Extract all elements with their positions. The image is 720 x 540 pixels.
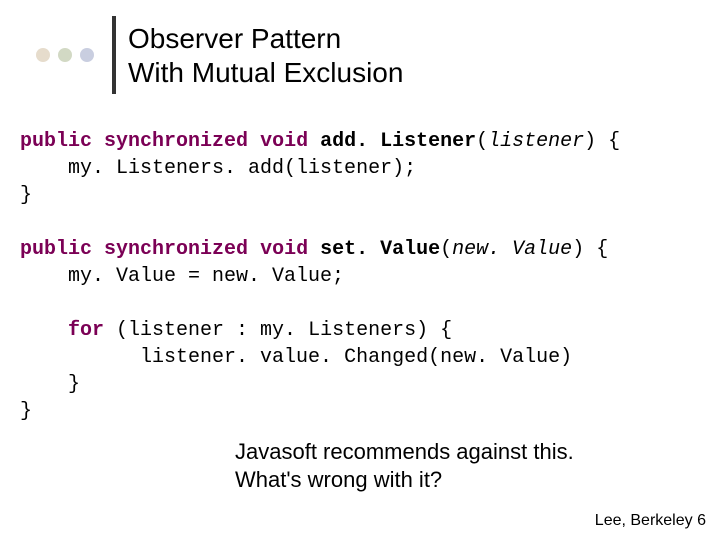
code-line: (listener : my. Listeners) { — [104, 319, 452, 342]
param-newvalue: new. Value — [452, 238, 572, 261]
keyword-synchronized: synchronized — [104, 238, 248, 261]
footer-author: Lee, Berkeley — [595, 512, 693, 529]
code-line: } — [20, 184, 32, 207]
keyword-for: for — [68, 319, 104, 342]
circle-icon — [36, 48, 50, 62]
vertical-divider — [112, 16, 116, 94]
code-line: listener. value. Changed(new. Value) — [140, 346, 572, 369]
keyword-public: public — [20, 238, 92, 261]
footer-page-number: 6 — [697, 512, 706, 529]
keyword-public: public — [20, 130, 92, 153]
slide: Observer Pattern With Mutual Exclusion p… — [0, 0, 720, 540]
keyword-void: void — [260, 238, 308, 261]
commentary-text: Javasoft recommends against this. What's… — [235, 438, 574, 493]
note-line-1: Javasoft recommends against this. — [235, 439, 574, 464]
param-listener: listener — [488, 130, 584, 153]
method-name-add: add. Listener — [320, 130, 476, 153]
code-block: public synchronized void add. Listener (l… — [20, 128, 700, 425]
note-line-2: What's wrong with it? — [235, 467, 442, 492]
slide-title: Observer Pattern With Mutual Exclusion — [128, 22, 403, 89]
keyword-synchronized: synchronized — [104, 130, 248, 153]
slide-header: Observer Pattern With Mutual Exclusion — [36, 16, 700, 106]
slide-footer: Lee, Berkeley 6 — [595, 512, 706, 530]
method-name-set: set. Value — [320, 238, 440, 261]
circle-icon — [80, 48, 94, 62]
code-line: my. Listeners. add(listener); — [68, 157, 416, 180]
code-line: my. Value = new. Value; — [68, 265, 344, 288]
decorative-bullets — [36, 48, 94, 62]
title-line-2: With Mutual Exclusion — [128, 57, 403, 88]
title-line-1: Observer Pattern — [128, 23, 341, 54]
keyword-void: void — [260, 130, 308, 153]
code-line: } — [68, 373, 80, 396]
circle-icon — [58, 48, 72, 62]
code-line: } — [20, 400, 32, 423]
